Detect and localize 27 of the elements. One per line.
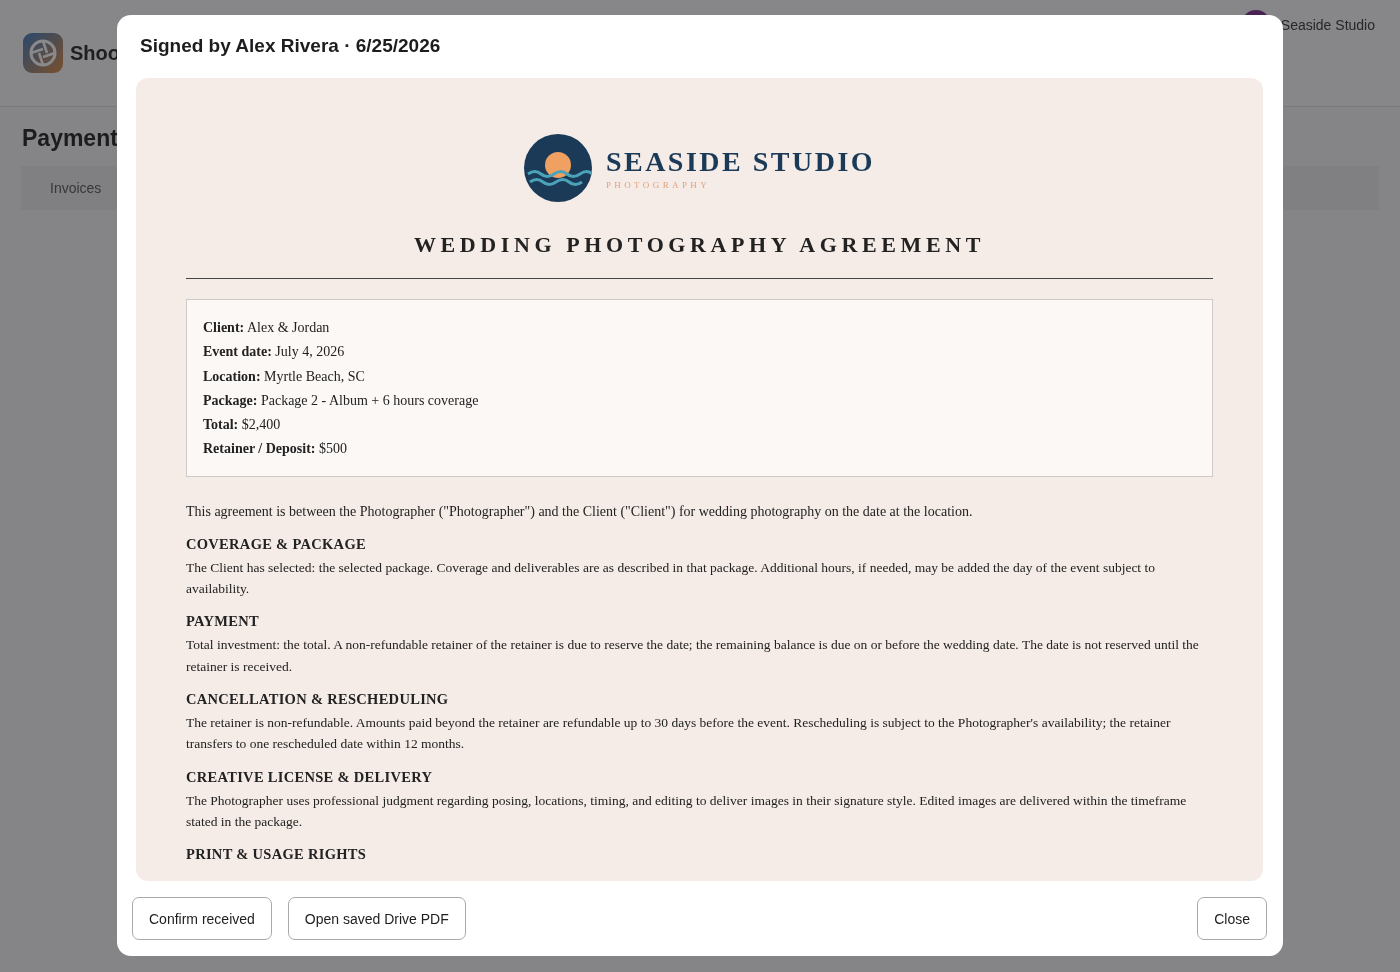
studio-tagline: PHOTOGRAPHY: [605, 179, 712, 190]
detail-line: Package: Package 2 - Album + 6 hours coverage: [203, 391, 480, 410]
section-heading: COVERAGE & PACKAGE: [186, 535, 367, 553]
section-paragraph: Total investment: the total. A non-refundable retainer of the retainer is due to reserve the date; the remaining balance is due on or before the wedding date. The date is not reserved until the retainer is received.: [186, 636, 1200, 676]
document-title: WEDDING PHOTOGRAPHY AGREEMENT: [413, 231, 986, 258]
modal-title: Signed by Alex Rivera · 6/25/2026: [140, 35, 442, 58]
detail-line: Event date: July 4, 2026: [203, 343, 346, 362]
account-name: Seaside Studio: [1280, 17, 1375, 33]
close-button[interactable]: Close: [1197, 897, 1267, 940]
section-heading: PRINT & USAGE RIGHTS: [186, 846, 368, 864]
page-title: Payment: [22, 125, 119, 152]
detail-line: Client: Alex & Jordan: [203, 318, 331, 337]
action-button[interactable]: Open saved Drive PDF: [287, 897, 466, 940]
action-button[interactable]: Confirm received: [132, 897, 272, 940]
sunset-waves-logo-icon: [523, 133, 592, 202]
section-heading: CREATIVE LICENSE & DELIVERY: [186, 768, 434, 786]
detail-line: Location: Myrtle Beach, SC: [203, 367, 366, 386]
shutter-icon: [23, 33, 63, 73]
section-paragraph: The Client has selected: the selected package. Coverage and deliverables are as described in that package. Additional hours, if needed, may be added the day of the event subject to availability.: [186, 558, 1156, 599]
studio-name: SEASIDE STUDIO: [605, 145, 876, 178]
section-paragraph: The retainer is non-refundable. Amounts paid beyond the retainer are refundable up to 30 days before the event. Rescheduling is subject to the Photographer's availability; the retainer transfers to one rescheduled date within 12 months.: [186, 713, 1172, 754]
intro-paragraph: This agreement is between the Photographer ("Photographer") and the Client ("Client") for wedding photography on the date at the location.: [186, 502, 974, 521]
detail-line: Retainer / Deposit: $500: [203, 440, 348, 459]
detail-line: Total: $2,400: [203, 416, 282, 435]
section-paragraph: The Photographer uses professional judgment regarding posing, locations, timing, and editing to deliver images in their signature style. Edited images are delivered within the timeframe stated in the package.: [186, 791, 1188, 831]
section-heading: CANCELLATION & RESCHEDULING: [186, 690, 450, 708]
section-heading: PAYMENT: [186, 613, 260, 631]
